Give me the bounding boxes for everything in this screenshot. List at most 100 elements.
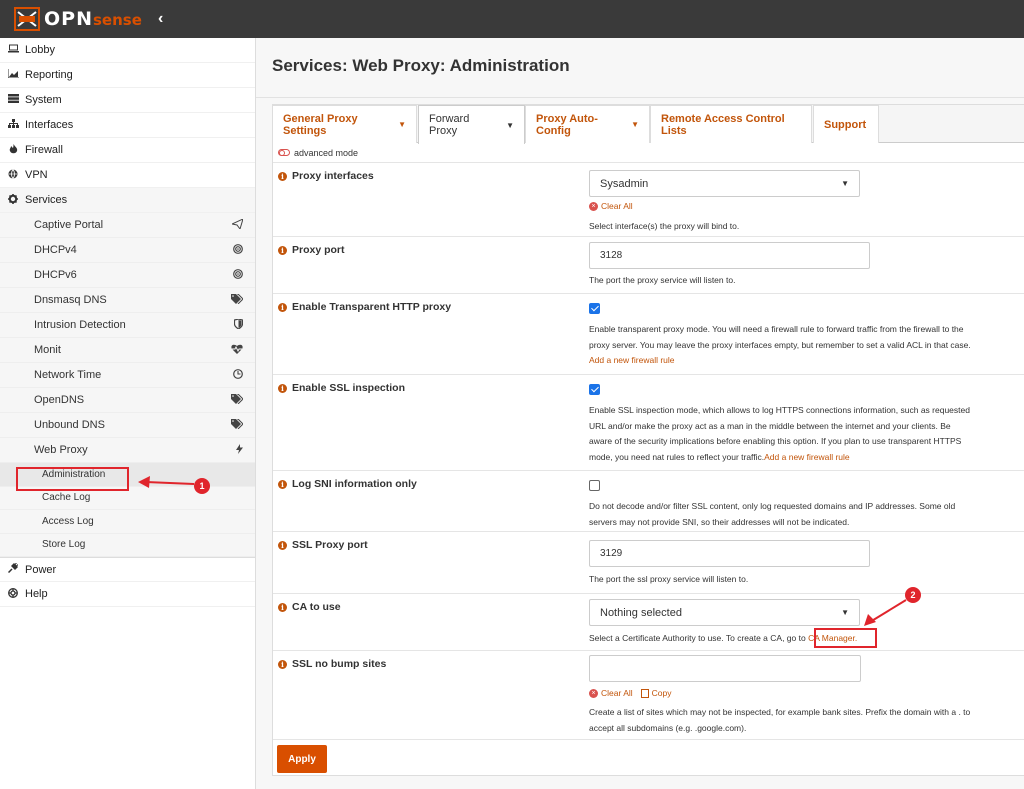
info-icon[interactable]: i: [278, 540, 287, 550]
sidebar-collapse-toggle[interactable]: ‹: [158, 10, 163, 28]
sidebar-item-unbound-dns[interactable]: Unbound DNS: [0, 413, 255, 438]
tab-remote-access-control-lists[interactable]: Remote Access Control Lists: [650, 105, 812, 143]
tags-icon: [231, 393, 244, 407]
tab-label: Proxy Auto-Config: [536, 112, 598, 137]
ca-select[interactable]: Nothing selected ▼: [589, 599, 860, 626]
annotation-box-2: [814, 628, 877, 648]
advanced-mode-label: advanced mode: [294, 147, 359, 158]
sidebar-item-help[interactable]: Help: [0, 582, 255, 607]
caret-down-icon: ▼: [841, 179, 849, 188]
help-text: Create a list of sites which may not be …: [589, 707, 971, 733]
sidebar-item-label: Services: [25, 194, 68, 206]
sidebar-item-services[interactable]: Services: [0, 188, 255, 213]
main-content: Services: Web Proxy: Administration Gene…: [256, 38, 1024, 789]
server-icon: [6, 94, 20, 106]
copy-link[interactable]: Copy: [652, 688, 672, 698]
close-circle-icon: ×: [589, 201, 598, 211]
ssl-no-bump-input[interactable]: [589, 655, 861, 682]
brand-name: OPNsense: [44, 8, 142, 30]
sidebar-item-dhcpv6[interactable]: DHCPv6: [0, 263, 255, 288]
sidebar: Lobby Reporting System Interfaces Firewa…: [0, 38, 256, 789]
sidebar-item-monit[interactable]: Monit: [0, 338, 255, 363]
log-sni-checkbox[interactable]: [589, 480, 600, 491]
clear-all-link[interactable]: × Clear All: [589, 201, 633, 211]
annotation-number-1: 1: [194, 478, 210, 494]
clock-icon: [233, 368, 243, 382]
field-label: i SSL Proxy port: [278, 539, 368, 551]
help-text: The port the proxy service will listen t…: [589, 275, 736, 285]
tab-forward-proxy[interactable]: Forward Proxy ▼: [418, 105, 525, 144]
tab-proxy-auto-config[interactable]: Proxy Auto-Config ▼: [525, 105, 650, 143]
info-icon[interactable]: i: [278, 659, 287, 669]
sidebar-item-web-proxy[interactable]: Web Proxy: [0, 438, 255, 463]
bullseye-icon: [233, 243, 243, 257]
tab-label: General Proxy Settings: [283, 112, 358, 137]
tab-general-proxy-settings[interactable]: General Proxy Settings ▼: [272, 105, 417, 143]
lifebuoy-icon: [6, 587, 20, 601]
info-icon[interactable]: i: [278, 479, 287, 489]
caret-down-icon: ▼: [506, 120, 514, 130]
tab-support[interactable]: Support: [813, 105, 879, 143]
advanced-mode-toggle[interactable]: advanced mode: [273, 143, 1024, 163]
apply-button[interactable]: Apply: [277, 745, 327, 773]
sidebar-item-network-time[interactable]: Network Time: [0, 363, 255, 388]
row-ssl-inspection: i Enable SSL inspection Enable SSL inspec…: [273, 375, 1024, 471]
add-firewall-rule-link[interactable]: Add a new firewall rule: [764, 452, 850, 462]
paper-plane-icon: [230, 217, 244, 232]
transparent-proxy-checkbox[interactable]: [589, 303, 600, 314]
row-log-sni: i Log SNI information only Do not decode …: [273, 471, 1024, 532]
info-icon[interactable]: i: [278, 245, 287, 255]
page-title: Services: Web Proxy: Administration: [272, 56, 570, 75]
plug-icon: [6, 562, 20, 576]
sidebar-item-label: Dnsmasq DNS: [34, 294, 107, 306]
sidebar-item-firewall[interactable]: Firewall: [0, 138, 255, 163]
sidebar-item-power[interactable]: Power: [0, 557, 255, 582]
services-group: Services Captive Portal DHCPv4 DHCPv6 Dn…: [0, 188, 255, 557]
sidebar-item-label: Monit: [34, 344, 61, 356]
sidebar-item-access-log[interactable]: Access Log: [0, 510, 255, 534]
tab-label: Remote Access Control Lists: [661, 112, 785, 137]
caret-down-icon: ▼: [398, 120, 406, 129]
sidebar-item-dhcpv4[interactable]: DHCPv4: [0, 238, 255, 263]
info-icon[interactable]: i: [278, 383, 287, 393]
sidebar-item-label: Help: [25, 588, 48, 600]
opnsense-logo-icon: [14, 7, 40, 31]
heartbeat-icon: [231, 344, 243, 357]
toggle-off-icon: [278, 149, 290, 156]
bullseye-icon: [233, 268, 243, 282]
annotation-number-2: 2: [905, 587, 921, 603]
sidebar-item-lobby[interactable]: Lobby: [0, 38, 255, 63]
sidebar-item-label: Firewall: [25, 144, 63, 156]
sidebar-item-reporting[interactable]: Reporting: [0, 63, 255, 88]
add-firewall-rule-link[interactable]: Add a new firewall rule: [589, 353, 999, 369]
sidebar-item-label: Captive Portal: [34, 219, 104, 231]
row-ssl-no-bump: i SSL no bump sites × Clear All Copy Creat…: [273, 651, 1024, 740]
sidebar-item-opendns[interactable]: OpenDNS: [0, 388, 255, 413]
opnsense-logo[interactable]: OPNsense: [14, 6, 142, 32]
sidebar-item-store-log[interactable]: Store Log: [0, 533, 255, 557]
chart-icon: [6, 69, 20, 81]
select-value: Sysadmin: [600, 177, 649, 190]
field-label: i Enable SSL inspection: [278, 382, 405, 394]
sidebar-item-vpn[interactable]: VPN: [0, 163, 255, 188]
info-icon[interactable]: i: [278, 171, 287, 181]
sidebar-item-dnsmasq-dns[interactable]: Dnsmasq DNS: [0, 288, 255, 313]
sidebar-item-intrusion-detection[interactable]: Intrusion Detection: [0, 313, 255, 338]
sidebar-item-label: Web Proxy: [34, 444, 88, 456]
sidebar-item-captive-portal[interactable]: Captive Portal: [0, 213, 255, 238]
proxy-interfaces-select[interactable]: Sysadmin ▼: [589, 170, 860, 197]
bolt-icon: [236, 443, 243, 457]
ssl-proxy-port-input[interactable]: 3129: [589, 540, 870, 567]
caret-down-icon: ▼: [631, 120, 639, 129]
sidebar-item-label: Cache Log: [42, 492, 91, 504]
clear-all-link[interactable]: Clear All: [601, 688, 633, 698]
sidebar-item-interfaces[interactable]: Interfaces: [0, 113, 255, 138]
sidebar-item-label: Access Log: [42, 515, 94, 527]
info-icon[interactable]: i: [278, 302, 287, 312]
caret-down-icon: ▼: [841, 608, 849, 617]
sidebar-item-system[interactable]: System: [0, 88, 255, 113]
proxy-port-input[interactable]: 3128: [589, 242, 870, 269]
info-icon[interactable]: i: [278, 602, 287, 612]
ssl-inspection-checkbox[interactable]: [589, 384, 600, 395]
sidebar-item-label: System: [25, 94, 62, 106]
